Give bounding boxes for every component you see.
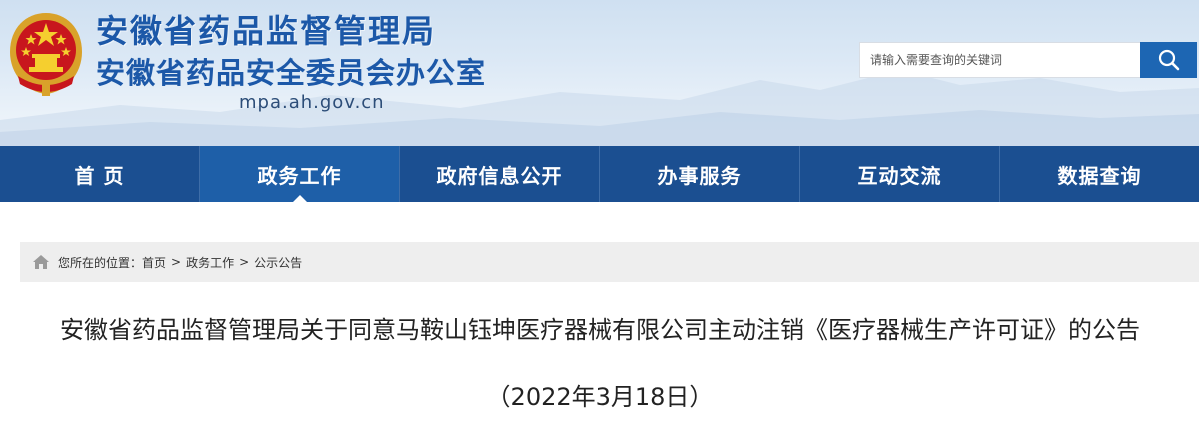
nav-item-home[interactable]: 首 页 <box>0 146 200 202</box>
nav-item-government-affairs[interactable]: 政务工作 <box>200 146 400 203</box>
search-icon <box>1158 49 1179 71</box>
breadcrumb-link-announcements[interactable]: 公示公告 <box>254 254 302 271</box>
nav-item-information-disclosure[interactable]: 政府信息公开 <box>400 146 600 202</box>
breadcrumb-separator: > <box>239 255 250 269</box>
site-domain: mpa.ah.gov.cn <box>239 92 385 113</box>
search-input[interactable] <box>859 42 1141 78</box>
breadcrumb-link-government-affairs[interactable]: 政务工作 <box>186 254 234 271</box>
main-nav: 首 页 政务工作 政府信息公开 办事服务 互动交流 数据查询 <box>0 146 1199 203</box>
header-banner: 安徽省药品监督管理局 安徽省药品安全委员会办公室 mpa.ah.gov.cn <box>0 0 1199 146</box>
breadcrumb: 您所在的位置： 首页 > 政务工作 > 公示公告 <box>20 242 1199 282</box>
article-title: 安徽省药品监督管理局关于同意马鞍山钰坤医疗器械有限公司主动注销《医疗器械生产许可… <box>60 316 1140 344</box>
breadcrumb-separator: > <box>171 255 182 269</box>
article-date: （2022年3月18日） <box>486 383 714 411</box>
home-icon <box>33 255 49 269</box>
breadcrumb-prefix: 您所在的位置： <box>58 255 143 270</box>
national-emblem-icon <box>10 13 82 96</box>
nav-item-services[interactable]: 办事服务 <box>600 146 800 202</box>
nav-item-data-query[interactable]: 数据查询 <box>1000 146 1199 202</box>
search-button[interactable] <box>1140 42 1197 78</box>
nav-item-interaction[interactable]: 互动交流 <box>800 146 1000 202</box>
site-title: 安徽省药品监督管理局 <box>96 12 437 50</box>
breadcrumb-link-home[interactable]: 首页 <box>142 254 166 271</box>
site-subtitle: 安徽省药品安全委员会办公室 <box>96 56 487 90</box>
